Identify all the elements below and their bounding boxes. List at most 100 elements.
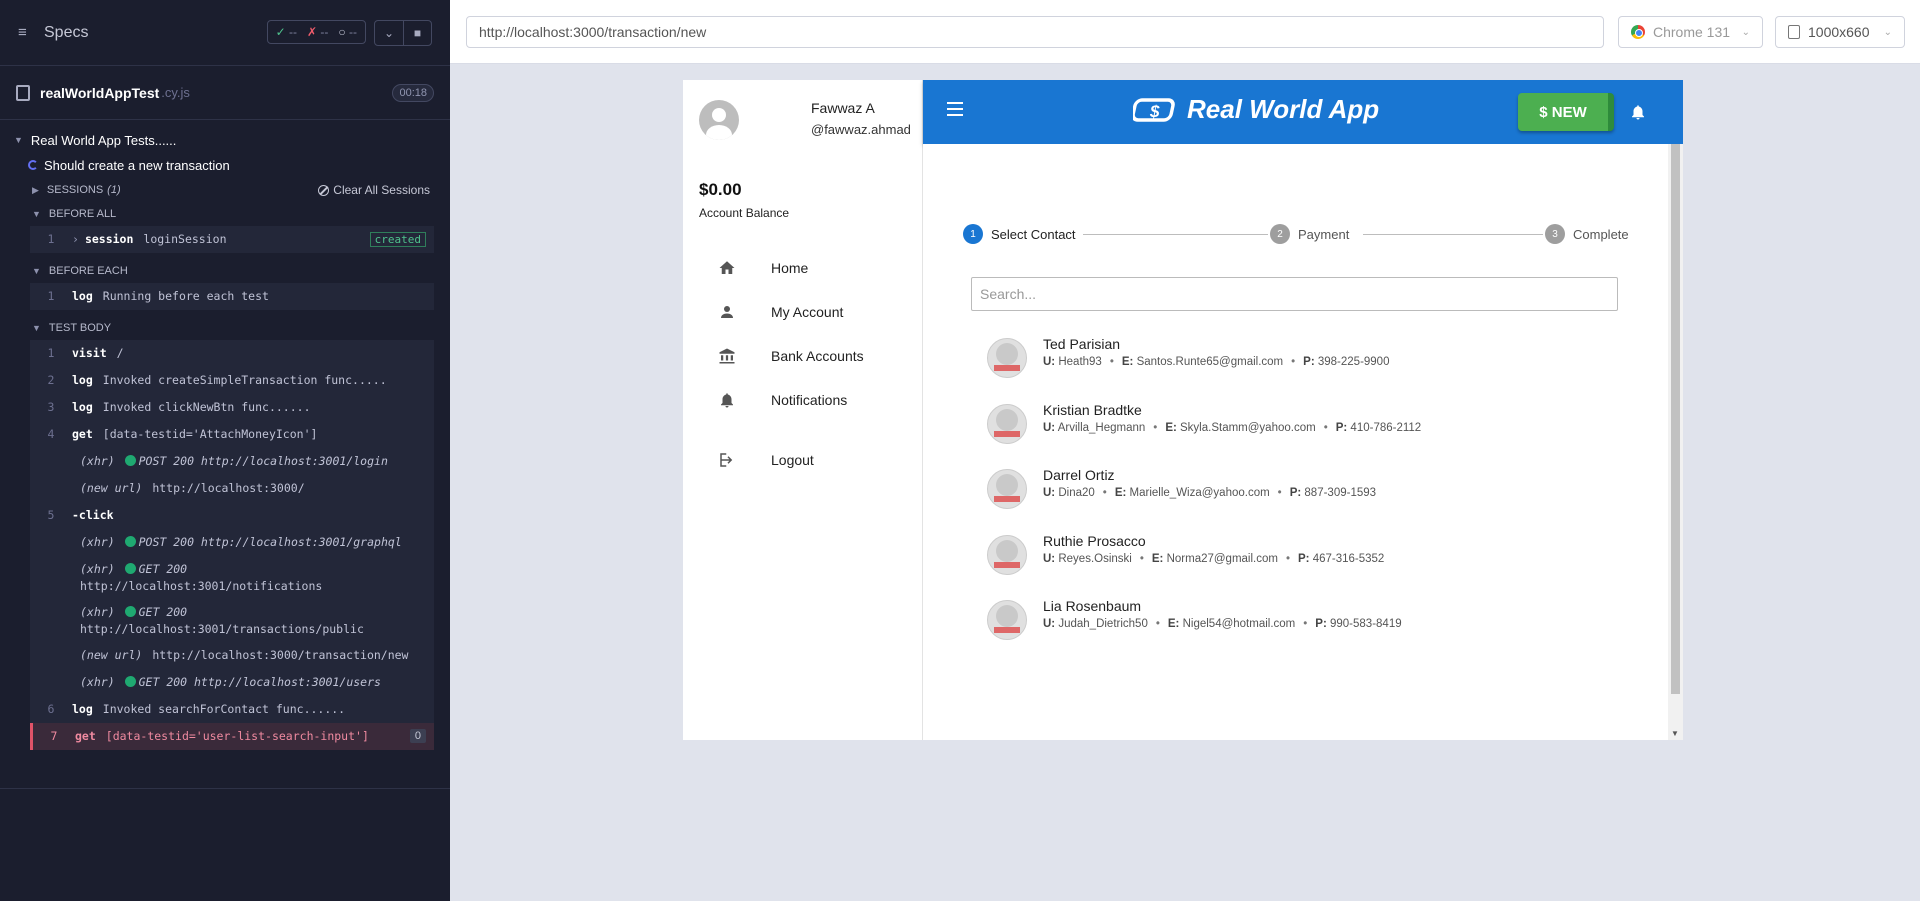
step-label: Complete xyxy=(1573,226,1629,242)
command-row[interactable]: 4 get [data-testid='AttachMoneyIcon'] xyxy=(30,421,434,448)
command-name: visit xyxy=(72,346,107,360)
before-each-hook[interactable]: ▼ BEFORE EACH xyxy=(0,259,450,283)
nav-item-bank-accounts[interactable]: Bank Accounts xyxy=(683,334,922,378)
before-each-commands: 1 log Running before each test xyxy=(30,283,434,310)
event-label: (xhr) xyxy=(80,454,115,468)
command-message: [data-testid='user-list-search-input'] xyxy=(105,729,369,743)
before-all-label: BEFORE ALL xyxy=(48,208,117,220)
menu-icon[interactable] xyxy=(947,102,963,116)
scroll-down-arrow-icon[interactable]: ▼ xyxy=(1671,729,1679,738)
command-name: log xyxy=(72,400,93,414)
home-icon xyxy=(717,258,737,278)
contact-list-item[interactable]: Ruthie Prosacco U: Reyes.Osinski • E: Norm… xyxy=(987,533,1587,581)
url-bar[interactable]: http://localhost:3000/transaction/new xyxy=(466,16,1604,48)
notifications-bell-icon[interactable] xyxy=(1629,102,1647,122)
command-row[interactable]: 1 › session loginSession created xyxy=(30,226,434,253)
command-number: 3 xyxy=(47,400,55,414)
browser-label: Chrome 131 xyxy=(1653,24,1731,40)
xhr-event-row[interactable]: (xhr) GET 200 http://localhost:3001/noti… xyxy=(30,556,434,599)
event-url: http://localhost:3001/transactions/publi… xyxy=(80,622,364,636)
separator: • xyxy=(1277,487,1282,499)
app-logo[interactable]: $ Real World App xyxy=(1133,94,1379,125)
test-body-hook[interactable]: ▼ TEST BODY xyxy=(0,316,450,340)
event-label: (new url) xyxy=(80,648,143,662)
nav-item-logout[interactable]: Logout xyxy=(683,438,922,482)
step-number: 2 xyxy=(1270,224,1290,244)
phone-label: P: xyxy=(1297,553,1310,565)
nav-item-home[interactable]: Home xyxy=(683,246,922,290)
contact-phone: 990-583-8419 xyxy=(1330,618,1402,630)
viewport-select[interactable]: 1000x660 ⌄ xyxy=(1775,16,1905,48)
contact-username: Heath93 xyxy=(1058,356,1102,368)
contact-list-item[interactable]: Darrel Ortiz U: Dina20 • E: Marielle_Wiza@… xyxy=(987,467,1587,515)
new-transaction-button[interactable]: $ NEW xyxy=(1518,93,1614,131)
run-stats: ✓ -- ✗ -- ○ -- ⌄ ■ xyxy=(266,19,432,46)
chevron-right-icon: ▶ xyxy=(32,184,39,195)
step-connector xyxy=(1083,234,1268,235)
nav-item-my-account[interactable]: My Account xyxy=(683,290,922,334)
specs-toggle[interactable]: ≡ Specs xyxy=(18,24,88,42)
xhr-event-row[interactable]: (xhr) GET 200 http://localhost:3001/tran… xyxy=(30,599,434,642)
contact-list-item[interactable]: Lia Rosenbaum U: Judah_Dietrich50 • E: Nig… xyxy=(987,598,1587,646)
status-dot-icon xyxy=(124,455,136,466)
command-row[interactable]: 1 visit / xyxy=(30,340,434,367)
sessions-count: (1) xyxy=(107,184,121,196)
viewport-icon xyxy=(1788,25,1800,39)
phone-label: P: xyxy=(1335,422,1348,434)
contact-name: Darrel Ortiz xyxy=(1043,467,1115,483)
url-event-row[interactable]: (new url) http://localhost:3000/transact… xyxy=(30,642,434,669)
event-text: POST 200 http://localhost:3001/graphql xyxy=(138,535,402,549)
main-scrollbar[interactable]: ▼ xyxy=(1668,144,1683,740)
contact-details: U: Arvilla_Hegmann • E: Skyla.Stamm@yahoo.… xyxy=(1043,422,1421,434)
element-count-badge: 0 xyxy=(409,729,426,743)
command-row[interactable]: 3 log Invoked clickNewBtn func...... xyxy=(30,394,434,421)
contact-phone: 398-225-9900 xyxy=(1317,356,1390,368)
test-title[interactable]: Should create a new transaction xyxy=(0,152,450,178)
collapse-all-button[interactable]: ⌄ xyxy=(375,21,403,45)
nav-item-notifications[interactable]: Notifications xyxy=(683,378,922,422)
command-row[interactable]: 5 -click xyxy=(30,502,434,529)
xhr-event-row[interactable]: (xhr) GET 200 http://localhost:3001/user… xyxy=(30,669,434,696)
contact-details: U: Reyes.Osinski • E: Norma27@gmail.com • P:… xyxy=(1043,553,1384,565)
email-label: E: xyxy=(1114,487,1127,499)
command-message: loginSession xyxy=(143,232,227,246)
xhr-event-row[interactable]: (xhr) POST 200 http://localhost:3001/gra… xyxy=(30,529,434,556)
clear-sessions-button[interactable]: Clear All Sessions xyxy=(318,183,430,197)
new-transaction-main: 1 Select Contact 2 Payment 3 Complete Se… xyxy=(923,144,1668,740)
event-text: http://localhost:3000/ xyxy=(152,481,305,495)
file-icon xyxy=(16,84,30,101)
failed-command-row[interactable]: 7 get [data-testid='user-list-search-inp… xyxy=(30,723,434,750)
before-all-hook[interactable]: ▼ BEFORE ALL xyxy=(0,202,450,226)
scrollbar-thumb[interactable] xyxy=(1671,144,1680,694)
contact-list-item[interactable]: Ted Parisian U: Heath93 • E: Santos.Runte6… xyxy=(987,336,1587,384)
cypress-runner-panel: ≡ Specs ✓ -- ✗ -- ○ -- ⌄ ■ realWorldAppT… xyxy=(0,0,450,901)
preview-toolbar: http://localhost:3000/transaction/new Ch… xyxy=(450,0,1920,64)
user-search-input[interactable]: Search... xyxy=(971,277,1618,311)
contact-details: U: Dina20 • E: Marielle_Wiza@yahoo.com • P: … xyxy=(1043,487,1376,499)
user-full-name: Fawwaz A xyxy=(811,100,875,116)
stop-button[interactable]: ■ xyxy=(403,20,431,45)
command-row[interactable]: 2 log Invoked createSimpleTransaction fu… xyxy=(30,367,434,394)
step-label: Payment xyxy=(1298,226,1350,242)
suite-title[interactable]: ▼ Real World App Tests...... xyxy=(0,128,450,152)
contact-list-item[interactable]: Kristian Bradtke U: Arvilla_Hegmann • E: S… xyxy=(987,402,1587,450)
xhr-event-row[interactable]: (xhr) POST 200 http://localhost:3001/log… xyxy=(30,448,434,475)
command-row[interactable]: 1 log Running before each test xyxy=(30,283,434,310)
app-title: Real World App xyxy=(1187,94,1380,124)
browser-select[interactable]: Chrome 131 ⌄ xyxy=(1618,16,1763,48)
command-message: [data-testid='AttachMoneyIcon'] xyxy=(102,427,318,441)
command-number: 6 xyxy=(47,702,55,716)
contact-details: U: Heath93 • E: Santos.Runte65@gmail.com • P… xyxy=(1043,356,1389,368)
command-name: log xyxy=(72,373,93,387)
command-message: Invoked clickNewBtn func...... xyxy=(102,400,311,414)
test-body-label: TEST BODY xyxy=(48,322,112,334)
nav-label: Bank Accounts xyxy=(771,348,864,364)
command-number: 1 xyxy=(47,346,55,360)
before-all-commands: 1 › session loginSession created xyxy=(30,226,434,253)
sessions-row[interactable]: ▶ SESSIONS (1) Clear All Sessions xyxy=(0,178,450,202)
command-row[interactable]: 6 log Invoked searchForContact func.....… xyxy=(30,696,434,723)
url-event-row[interactable]: (new url) http://localhost:3000/ xyxy=(30,475,434,502)
status-dot-icon xyxy=(124,563,136,574)
chevron-down-icon: ▼ xyxy=(32,266,41,276)
contact-avatar xyxy=(987,404,1027,444)
